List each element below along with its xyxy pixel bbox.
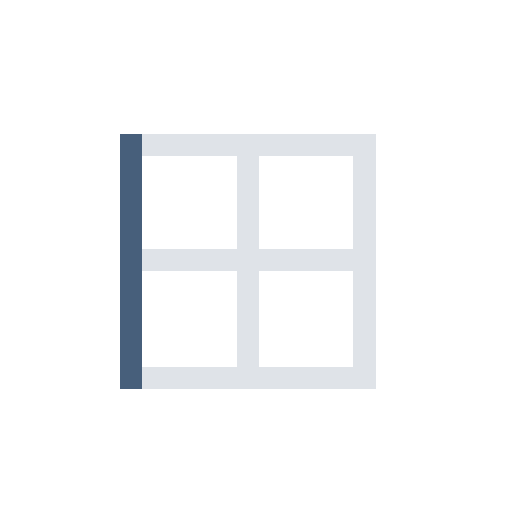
border-left-icon-graphic <box>120 134 376 389</box>
left-border-bar <box>120 134 142 389</box>
border-left-icon <box>0 0 512 512</box>
table-grid-shape <box>120 134 376 389</box>
icon-canvas <box>0 0 512 512</box>
